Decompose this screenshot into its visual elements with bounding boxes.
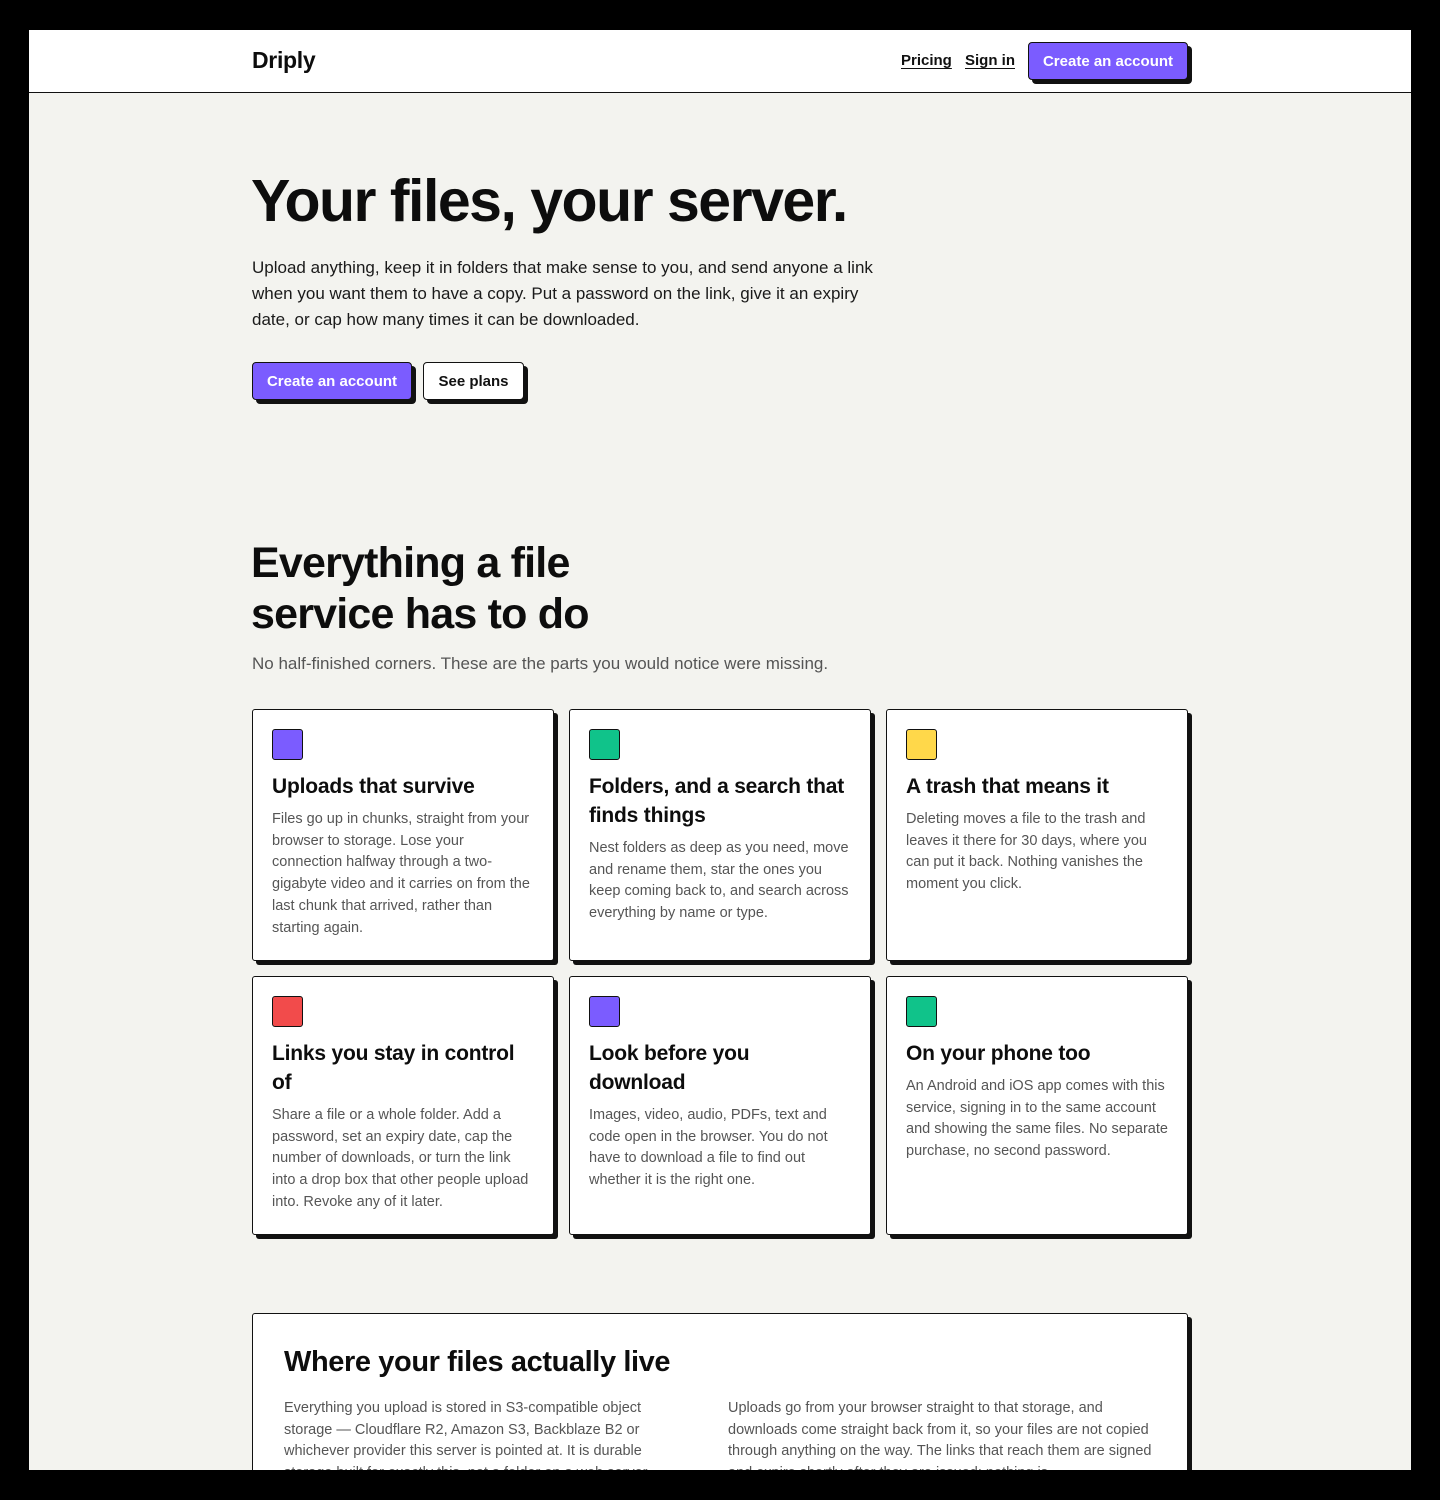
nav-pricing-link[interactable]: Pricing [901,52,952,69]
feature-card-text: Deleting moves a file to the trash and l… [906,811,1147,893]
top-nav-bar: Driply Pricing Sign in Create an account [29,30,1411,93]
feature-card-preview: Look before you download Images, video, … [569,976,871,1235]
feature-card-text: Files go up in chunks, straight from you… [272,811,530,936]
feature-card-title: Folders, and a search that finds things [589,775,845,827]
feature-card-text: An Android and iOS app comes with this s… [906,1078,1168,1160]
feature-card-trash: A trash that means it Deleting moves a f… [886,709,1188,961]
storage-text-left: Everything you upload is stored in S3-co… [284,1400,651,1470]
brand-logo[interactable]: Driply [252,47,316,74]
feature-card-folders: Folders, and a search that finds things … [569,709,871,961]
feature-card-title: A trash that means it [906,775,1109,798]
storage-text-right: Uploads go from your browser straight to… [728,1400,1152,1470]
feature-card-title: Uploads that survive [272,775,475,798]
feature-card-text: Nest folders as deep as you need, move a… [589,840,849,922]
features-title: Everything a file service has to do [251,539,590,638]
feature-card-links: Links you stay in control of Share a fil… [252,976,554,1235]
feature-card-uploads: Uploads that survive Files go up in chun… [252,709,554,961]
features-subtitle: No half-finished corners. These are the … [252,654,829,673]
nav-sign-in-link[interactable]: Sign in [965,52,1015,69]
feature-card-mobile: On your phone too An Android and iOS app… [886,976,1188,1235]
feature-color-swatch [589,729,620,760]
feature-color-swatch [906,729,937,760]
feature-color-swatch [906,996,937,1027]
feature-card-text: Images, video, audio, PDFs, text and cod… [589,1107,828,1189]
page: Driply Pricing Sign in Create an account… [29,30,1411,1470]
nav-create-account-button[interactable]: Create an account [1028,42,1188,80]
feature-card-title: On your phone too [906,1042,1091,1065]
feature-color-swatch [589,996,620,1027]
feature-card-text: Share a file or a whole folder. Add a pa… [272,1107,529,1210]
feature-card-title: Look before you download [589,1042,750,1094]
hero-title: Your files, your server. [251,168,848,234]
hero-create-account-button[interactable]: Create an account [252,362,412,400]
hero-description: Upload anything, keep it in folders that… [252,258,873,329]
storage-title: Where your files actually live [284,1346,671,1378]
feature-card-title: Links you stay in control of [272,1042,515,1094]
feature-color-swatch [272,996,303,1027]
hero-see-plans-button[interactable]: See plans [423,362,524,400]
feature-color-swatch [272,729,303,760]
storage-info-card: Where your files actually live Everythin… [252,1313,1188,1470]
